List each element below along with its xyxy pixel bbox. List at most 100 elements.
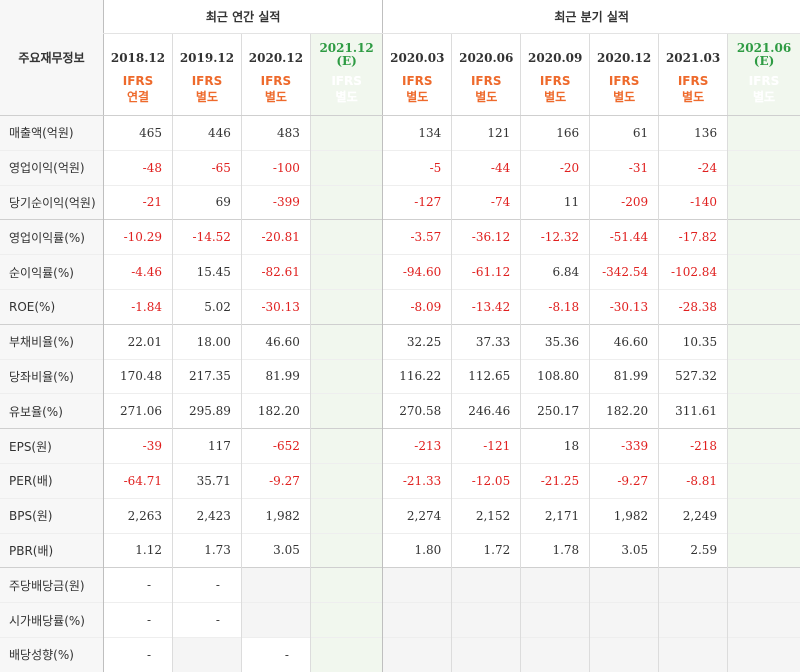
statement-type: 연결 — [126, 90, 150, 104]
row-label: 당기순이익(억원) — [0, 184, 104, 220]
value-cell — [309, 358, 383, 394]
statement-type: 별도 — [335, 90, 358, 104]
value-cell — [309, 254, 383, 290]
value-cell: -100 — [240, 149, 311, 186]
value-cell — [658, 567, 728, 603]
value-cell: -61.12 — [451, 254, 521, 290]
value-cell — [309, 567, 383, 603]
statement-type: 별도 — [195, 90, 218, 104]
value-cell: -342.54 — [589, 254, 659, 290]
value-cell: -3.57 — [382, 219, 452, 255]
value-cell: 1.78 — [520, 532, 590, 568]
value-cell: -39 — [103, 428, 173, 464]
period-ifrs-4: IFRS 별도 — [382, 69, 452, 116]
value-cell — [727, 254, 800, 290]
value-cell — [309, 184, 383, 220]
row-label: 주당배당금(원) — [0, 567, 104, 603]
period-date-text: 2020.06 — [459, 51, 514, 65]
value-cell: -1.84 — [103, 288, 173, 325]
period-ifrs-2: IFRS 별도 — [240, 69, 311, 116]
value-cell: 61 — [589, 115, 659, 151]
statement-type: 별도 — [613, 90, 636, 104]
value-cell — [451, 602, 521, 638]
quarter-group-title: 최근 분기 실적 — [382, 0, 800, 34]
value-cell: -102.84 — [658, 254, 728, 290]
table-row: 영업이익률(%) -10.29 -14.52 -20.81 -3.57 -36.12 -12… — [0, 219, 800, 255]
value-cell: 136 — [658, 115, 728, 151]
value-cell: -82.61 — [240, 254, 311, 290]
value-cell: -21 — [103, 184, 173, 220]
value-cell: -74 — [451, 184, 521, 220]
value-cell — [309, 288, 383, 325]
value-cell: 46.60 — [589, 323, 659, 360]
value-cell: -399 — [240, 184, 311, 220]
value-cell: 18 — [520, 428, 590, 464]
value-cell: 10.35 — [658, 323, 728, 360]
value-cell: 2,423 — [171, 497, 242, 534]
value-cell: 35.71 — [171, 462, 242, 499]
value-cell: -14.52 — [171, 219, 242, 255]
row-label: 매출액(억원) — [0, 115, 104, 151]
value-cell: -8.09 — [382, 288, 452, 325]
value-cell — [520, 567, 590, 603]
value-cell: -65 — [171, 149, 242, 186]
table-row: PBR(배) 1.12 1.73 3.05 1.80 1.72 1.78 3.05 2.59 — [0, 532, 800, 568]
table-row: 매출액(억원) 465 446 483 134 121 166 61 136 — [0, 115, 800, 151]
period-date-0: 2018.12 — [103, 33, 173, 69]
ifrs-standard: IFRS — [402, 74, 433, 88]
value-cell: -94.60 — [382, 254, 452, 290]
row-label: 영업이익률(%) — [0, 219, 104, 255]
statement-type: 별도 — [475, 90, 498, 104]
value-cell: 2,263 — [103, 497, 173, 534]
value-cell: -48 — [103, 149, 173, 186]
statement-type: 별도 — [682, 90, 705, 104]
value-cell: 1.73 — [171, 532, 242, 568]
value-cell: -21.25 — [520, 462, 590, 499]
table-row: PER(배) -64.71 35.71 -9.27 -21.33 -12.05 -21.25… — [0, 462, 800, 499]
period-date-1: 2019.12 — [171, 33, 242, 69]
statement-type: 별도 — [406, 90, 429, 104]
period-date-text: 2018.12 — [110, 51, 166, 65]
period-ifrs-1: IFRS 별도 — [171, 69, 242, 116]
value-cell — [727, 497, 800, 534]
row-label: 영업이익(억원) — [0, 149, 104, 186]
value-cell: 46.60 — [240, 323, 311, 360]
value-cell: - — [103, 636, 173, 672]
value-cell: 166 — [520, 115, 590, 151]
row-label: 순이익률(%) — [0, 254, 104, 290]
period-date-9: 2021.06 (E) — [727, 33, 800, 69]
value-cell — [382, 567, 452, 603]
value-cell — [727, 115, 800, 151]
table-row: 시가배당률(%) - - — [0, 602, 800, 638]
value-cell: 18.00 — [171, 323, 242, 360]
period-date-text: 2020.09 — [528, 51, 583, 65]
value-cell — [727, 358, 800, 394]
value-cell: - — [103, 567, 173, 603]
row-label: BPS(원) — [0, 497, 104, 534]
value-cell: 69 — [171, 184, 242, 220]
value-cell: -5 — [382, 149, 452, 186]
period-date-text: 2020.12 — [248, 51, 304, 65]
value-cell: 3.05 — [589, 532, 659, 568]
value-cell: 116.22 — [382, 358, 452, 394]
value-cell — [309, 323, 383, 360]
value-cell — [309, 636, 383, 672]
value-cell: 11 — [520, 184, 590, 220]
row-label: 배당성향(%) — [0, 636, 104, 672]
value-cell — [382, 636, 452, 672]
statement-type: 별도 — [264, 90, 287, 104]
value-cell: -209 — [589, 184, 659, 220]
row-label: ROE(%) — [0, 288, 104, 325]
value-cell: -9.27 — [240, 462, 311, 499]
value-cell — [309, 462, 383, 499]
period-date-3: 2021.12 (E) — [309, 33, 383, 69]
value-cell: -44 — [451, 149, 521, 186]
value-cell: -20.81 — [240, 219, 311, 255]
row-label: PER(배) — [0, 462, 104, 499]
value-cell — [727, 462, 800, 499]
value-cell: 465 — [103, 115, 173, 151]
value-cell: -21.33 — [382, 462, 452, 499]
value-cell: -4.46 — [103, 254, 173, 290]
value-cell: 250.17 — [520, 393, 590, 429]
value-cell: - — [103, 602, 173, 638]
